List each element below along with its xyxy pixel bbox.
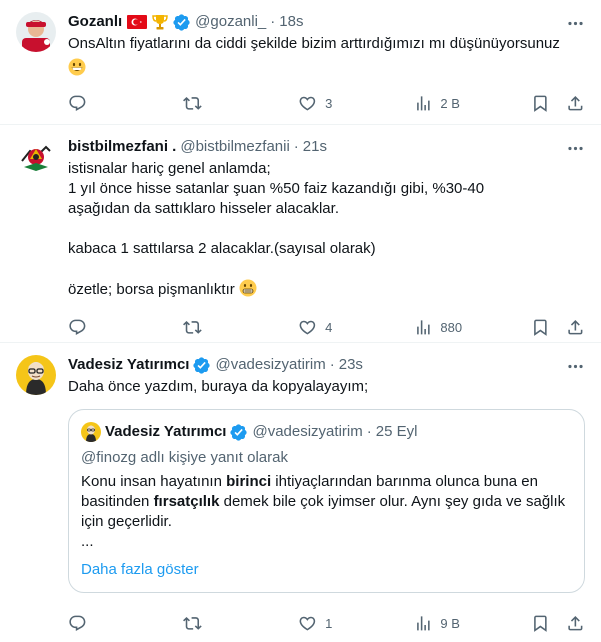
author-handle[interactable]: @vadesizyatirim <box>215 355 325 375</box>
verified-icon <box>172 13 191 32</box>
timestamp[interactable]: 23s <box>339 355 363 375</box>
retweet-button[interactable] <box>183 318 298 337</box>
like-count: 1 <box>325 615 333 631</box>
bookmark-icon <box>533 319 547 336</box>
quoted-text-bold: fırsatçılık <box>153 493 220 510</box>
quoted-text-bold: birinci <box>226 473 272 490</box>
retweet-icon <box>183 320 202 334</box>
like-button[interactable]: 4 <box>298 318 413 337</box>
turkey-flag-icon <box>127 15 148 29</box>
trophy-icon <box>151 13 169 31</box>
tweet-line <box>68 219 585 239</box>
heart-icon <box>299 96 316 111</box>
bookmark-button[interactable] <box>531 318 566 337</box>
action-bar: 3 2 B <box>68 81 585 125</box>
quoted-tweet[interactable]: Vadesiz Yatırımcı @vadesizyatirim · 25 E… <box>68 409 585 593</box>
author-name[interactable]: Vadesiz Yatırımcı <box>68 355 189 375</box>
verified-icon <box>229 423 248 442</box>
quoted-ellipsis: ... <box>81 533 94 550</box>
reply-button[interactable] <box>68 614 183 633</box>
author-name[interactable]: bistbilmezfani . <box>68 137 176 157</box>
reply-icon <box>69 319 86 335</box>
quoted-text-part: Konu insan hayatının <box>81 473 227 490</box>
share-button[interactable] <box>566 94 585 113</box>
reply-context: @finozg adlı kişiye yanıt olarak <box>81 449 288 466</box>
share-icon <box>568 615 583 631</box>
view-count: 880 <box>440 319 463 335</box>
action-bar: 1 9 B <box>68 601 585 642</box>
reply-icon <box>69 615 86 631</box>
tweet[interactable]: Vadesiz Yatırımcı @vadesizyatirim · 23s … <box>0 343 601 642</box>
retweet-button[interactable] <box>183 614 298 633</box>
bookmark-button[interactable] <box>531 614 566 633</box>
view-count: 9 B <box>440 615 460 631</box>
separator-dot: · <box>270 13 276 30</box>
timestamp[interactable]: 18s <box>279 12 303 32</box>
quoted-timestamp: 25 Eyl <box>375 423 418 440</box>
views-button[interactable]: 9 B <box>414 614 531 633</box>
reply-button[interactable] <box>68 94 183 113</box>
author-handle[interactable]: @bistbilmezfanii <box>180 137 289 157</box>
grimacing-emoji <box>239 279 257 297</box>
avatar[interactable] <box>16 355 56 395</box>
heart-icon <box>299 616 316 631</box>
reply-icon <box>69 95 86 111</box>
separator-dot: · <box>293 138 299 155</box>
views-button[interactable]: 2 B <box>414 94 531 113</box>
avatar[interactable] <box>16 12 56 52</box>
quoted-text: Konu insan hayatının birinci ihtiyaçları… <box>81 472 572 532</box>
tweet-text: Daha önce yazdım, buraya da kopyalayayım… <box>68 378 369 395</box>
share-button[interactable] <box>566 614 585 633</box>
tweet-line <box>68 259 585 279</box>
tweet-text: istisnalar hariç genel anlamda; 1 yıl ön… <box>68 159 585 300</box>
tweet-line: kabaca 1 sattılarsa 2 alacaklar.(sayısal… <box>68 240 376 257</box>
grinning-emoji <box>68 58 86 76</box>
bookmark-button[interactable] <box>531 94 566 113</box>
share-icon <box>568 95 583 111</box>
tweet-line: istisnalar hariç genel anlamda; <box>68 160 271 177</box>
bookmark-icon <box>533 95 547 112</box>
like-button[interactable]: 1 <box>298 614 413 633</box>
analytics-icon <box>416 615 430 631</box>
verified-icon <box>192 356 211 375</box>
author-handle[interactable]: @gozanli_ <box>195 12 266 32</box>
like-button[interactable]: 3 <box>298 94 413 113</box>
separator-dot: · <box>329 356 335 373</box>
quoted-avatar <box>81 422 101 442</box>
retweet-icon <box>183 96 202 110</box>
analytics-icon <box>416 95 430 111</box>
more-options-icon[interactable] <box>566 139 585 162</box>
tweet[interactable]: Gozanlı @gozanli_ · 18s OnsAltın fiyatla… <box>0 0 601 125</box>
tweet-text-body: OnsAltın fiyatlarını da ciddi şekilde bi… <box>68 35 560 52</box>
tweet-line-with-emoji: özetle; borsa pişmanlıktır <box>68 279 585 300</box>
timestamp[interactable]: 21s <box>303 137 327 157</box>
analytics-icon <box>416 319 430 335</box>
like-count: 4 <box>325 319 333 335</box>
bookmark-icon <box>533 615 547 632</box>
views-button[interactable]: 880 <box>414 318 531 337</box>
tweet[interactable]: bistbilmezfani . @bistbilmezfanii · 21s … <box>0 125 601 343</box>
tweet-line: 1 yıl önce hisse satanlar şuan %50 faiz … <box>68 180 485 197</box>
reply-button[interactable] <box>68 318 183 337</box>
tweet-text: OnsAltın fiyatlarını da ciddi şekilde bi… <box>68 34 585 79</box>
share-button[interactable] <box>566 318 585 337</box>
separator-dot: · <box>366 423 372 440</box>
share-icon <box>568 319 583 335</box>
show-more-link[interactable]: Daha fazla göster <box>81 560 572 580</box>
more-options-icon[interactable] <box>566 357 585 380</box>
retweet-icon <box>183 616 202 630</box>
tweet-line: özetle; borsa pişmanlıktır <box>68 281 235 298</box>
tweet-line: aşağıdan da sattıklaro hisseler alacakla… <box>68 200 339 217</box>
quoted-author-handle: @vadesizyatirim <box>252 423 363 440</box>
heart-icon <box>299 320 316 335</box>
like-count: 3 <box>325 95 333 111</box>
author-name[interactable]: Gozanlı <box>68 12 122 32</box>
more-options-icon[interactable] <box>566 14 585 37</box>
avatar[interactable] <box>16 137 56 177</box>
view-count: 2 B <box>440 95 460 111</box>
quoted-author-name: Vadesiz Yatırımcı <box>105 423 227 440</box>
retweet-button[interactable] <box>183 94 298 113</box>
